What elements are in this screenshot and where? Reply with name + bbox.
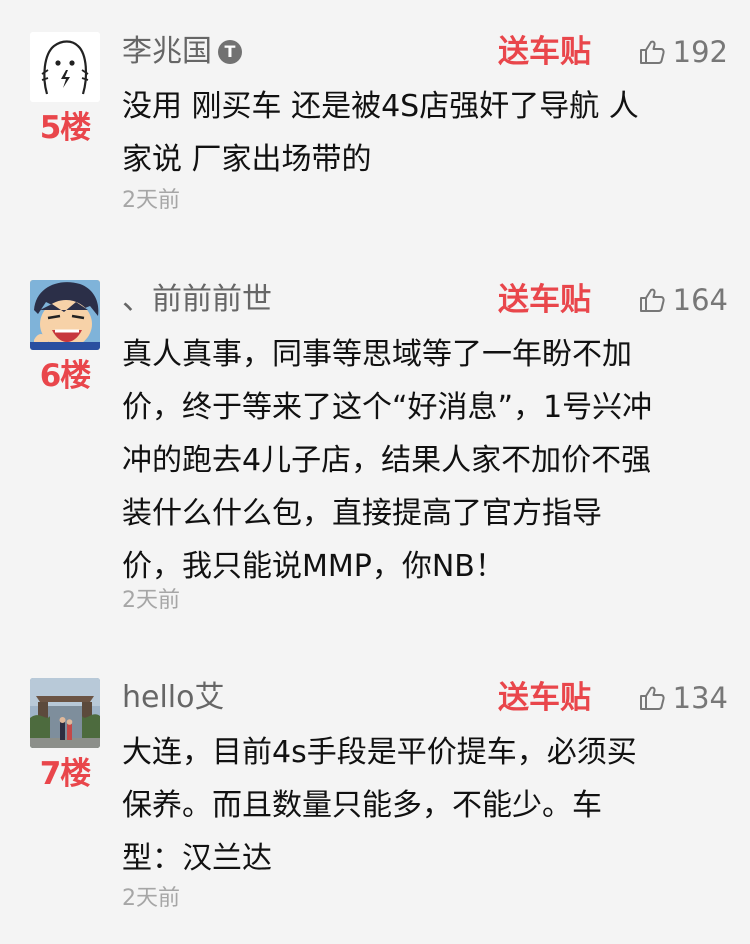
avatar[interactable] bbox=[30, 280, 100, 350]
comment-text-line: 真人真事，同事等思域等了一年盼不加 bbox=[122, 337, 632, 372]
gate-photo-avatar-icon bbox=[30, 678, 100, 748]
comment-text-line: 装什么什么包，直接提高了官方指导 bbox=[122, 496, 602, 531]
name-row: 、前前前世 bbox=[122, 280, 272, 320]
username[interactable]: 李兆国 bbox=[122, 32, 212, 72]
verified-badge-icon: T bbox=[218, 40, 242, 64]
like-button[interactable]: 192 bbox=[618, 32, 728, 72]
cartoon-boy-avatar-icon bbox=[30, 280, 100, 350]
avatar[interactable] bbox=[30, 32, 100, 102]
floor-number: 6楼 bbox=[39, 358, 92, 394]
thumbs-up-icon bbox=[639, 40, 665, 64]
thumbs-up-icon bbox=[639, 288, 665, 312]
thumbs-up-icon bbox=[639, 686, 665, 710]
floor-number: 5楼 bbox=[39, 110, 92, 146]
comment-text-line: 保养。而且数量只能多，不能少。车 bbox=[122, 788, 602, 823]
comment-text-line: 价，我只能说MMP，你NB！ bbox=[122, 549, 505, 584]
like-count: 192 bbox=[672, 35, 728, 69]
comment-text: 大连，目前4s手段是平价提车，必须买 保养。而且数量只能多，不能少。车 型：汉兰… bbox=[122, 726, 722, 885]
comment-text-line: 冲的跑去4儿子店，结果人家不加价不强 bbox=[122, 443, 652, 478]
ghost-doodle-avatar-icon bbox=[30, 32, 100, 102]
comment-feed: 5楼 李兆国 T 送车贴 192 没用 刚买车 还是被4S店强奸了导航 人 家说… bbox=[0, 0, 750, 944]
comment-text: 没用 刚买车 还是被4S店强奸了导航 人 家说 厂家出场带的 bbox=[122, 80, 722, 186]
like-count: 164 bbox=[672, 283, 728, 317]
send-car-sticker-tag[interactable]: 送车贴 bbox=[498, 32, 591, 72]
comment-text-line: 价，终于等来了这个“好消息”，1号兴冲 bbox=[122, 390, 653, 425]
timestamp: 2天前 bbox=[122, 188, 180, 213]
floor-number: 7楼 bbox=[39, 756, 92, 792]
comment-text-line: 大连，目前4s手段是平价提车，必须买 bbox=[122, 735, 637, 770]
name-row: 李兆国 T bbox=[122, 32, 242, 72]
username[interactable]: 、前前前世 bbox=[122, 280, 272, 320]
avatar[interactable] bbox=[30, 678, 100, 748]
timestamp: 2天前 bbox=[122, 588, 180, 613]
like-button[interactable]: 134 bbox=[618, 678, 728, 718]
send-car-sticker-tag[interactable]: 送车贴 bbox=[498, 678, 591, 718]
like-count: 134 bbox=[672, 681, 728, 715]
comment-text-line: 家说 厂家出场带的 bbox=[122, 142, 372, 177]
name-row: hello艾 bbox=[122, 678, 225, 718]
username[interactable]: hello艾 bbox=[122, 678, 225, 718]
comment-text: 真人真事，同事等思域等了一年盼不加 价，终于等来了这个“好消息”，1号兴冲 冲的… bbox=[122, 328, 722, 593]
like-button[interactable]: 164 bbox=[618, 280, 728, 320]
send-car-sticker-tag[interactable]: 送车贴 bbox=[498, 280, 591, 320]
comment-text-line: 没用 刚买车 还是被4S店强奸了导航 人 bbox=[122, 89, 639, 124]
timestamp: 2天前 bbox=[122, 886, 180, 911]
comment-text-line: 型：汉兰达 bbox=[122, 841, 272, 876]
